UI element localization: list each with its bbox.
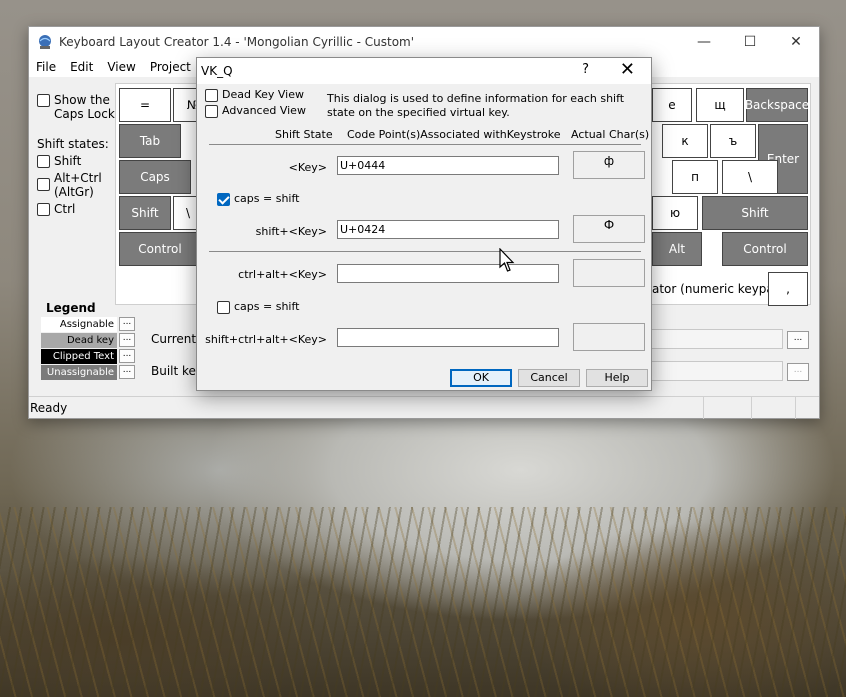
legend-assignable-button[interactable]: ... bbox=[119, 317, 135, 331]
key-caps[interactable]: Caps bbox=[119, 160, 191, 194]
legend-dead-key-button[interactable]: ... bbox=[119, 333, 135, 347]
key-yu[interactable]: ю bbox=[652, 196, 698, 230]
key-shift-right[interactable]: Shift bbox=[702, 196, 808, 230]
dialog-titlebar[interactable]: VK_Q ? ✕ bbox=[197, 58, 651, 84]
current-field[interactable] bbox=[647, 329, 783, 349]
caps-lock-label: Show the Caps Lock bbox=[54, 93, 115, 121]
altgr-box[interactable] bbox=[37, 178, 50, 191]
row-shift-key-input[interactable]: U+0424 bbox=[337, 220, 559, 239]
row-ctrl-alt-key-char bbox=[573, 259, 645, 287]
maximize-icon[interactable]: ☐ bbox=[727, 27, 773, 57]
mouse-cursor-icon bbox=[499, 248, 515, 272]
dead-key-view-checkbox[interactable]: Dead Key View bbox=[205, 88, 304, 102]
key-hard[interactable]: ъ bbox=[710, 124, 756, 158]
legend-clipped-text: Clipped Text bbox=[41, 349, 117, 364]
row-key-label: <Key> bbox=[288, 161, 327, 174]
help-icon[interactable]: ? bbox=[582, 62, 589, 77]
close-icon[interactable]: ✕ bbox=[773, 27, 819, 57]
key-backspace[interactable]: Backspace bbox=[745, 88, 809, 122]
ok-button[interactable]: OK bbox=[450, 369, 512, 387]
caps-shift-label-1: caps = shift bbox=[234, 192, 300, 205]
vk-dialog: VK_Q ? ✕ Dead Key View Advanced View Thi… bbox=[196, 57, 652, 391]
status-text: Ready bbox=[30, 401, 68, 415]
key-control-left[interactable]: Control bbox=[119, 232, 201, 266]
menu-project[interactable]: Project bbox=[143, 60, 198, 74]
menu-edit[interactable]: Edit bbox=[63, 60, 100, 74]
dialog-close-icon[interactable]: ✕ bbox=[620, 59, 635, 80]
key-p[interactable]: п bbox=[672, 160, 718, 194]
key-equals[interactable]: = bbox=[119, 88, 171, 122]
caps-shift-checkbox-2[interactable]: caps = shift bbox=[217, 300, 299, 314]
menu-file[interactable]: File bbox=[29, 60, 63, 74]
advanced-view-label: Advanced View bbox=[222, 104, 306, 117]
decimal-separator-label: ator (numeric keypad) bbox=[652, 282, 787, 296]
row-shift-key-char: Ф bbox=[573, 215, 645, 243]
caps-lock-box[interactable] bbox=[37, 94, 50, 107]
altgr-checkbox[interactable]: Alt+Ctrl (AltGr) bbox=[37, 171, 117, 199]
background-grass bbox=[0, 507, 846, 697]
current-browse-button[interactable]: ... bbox=[787, 331, 809, 349]
legend-dead-key: Dead key bbox=[41, 333, 117, 348]
dead-key-view-box[interactable] bbox=[205, 89, 218, 102]
row-shift-ctrl-alt-key-char bbox=[573, 323, 645, 351]
altgr-label: Alt+Ctrl (AltGr) bbox=[54, 171, 102, 199]
cancel-button[interactable]: Cancel bbox=[518, 369, 580, 387]
col-code-points: Code Point(s)Associated withKeystroke bbox=[347, 128, 561, 141]
built-browse-button: ... bbox=[787, 363, 809, 381]
built-field bbox=[647, 361, 783, 381]
caps-shift-checkbox-1[interactable]: caps = shift bbox=[217, 192, 299, 206]
menu-view[interactable]: View bbox=[100, 60, 142, 74]
legend-unassignable-button[interactable]: ... bbox=[119, 365, 135, 379]
advanced-view-box[interactable] bbox=[205, 105, 218, 118]
key-alt[interactable]: Alt bbox=[652, 232, 702, 266]
ctrl-checkbox[interactable]: Ctrl bbox=[37, 202, 75, 216]
header-divider bbox=[209, 144, 641, 145]
row-shift-ctrl-alt-key-label: shift+ctrl+alt+<Key> bbox=[205, 333, 327, 346]
row-ctrl-alt-key-input[interactable] bbox=[337, 264, 559, 283]
dead-key-view-label: Dead Key View bbox=[222, 88, 305, 101]
advanced-view-checkbox[interactable]: Advanced View bbox=[205, 104, 306, 118]
help-button[interactable]: Help bbox=[586, 369, 648, 387]
dialog-title: VK_Q bbox=[201, 64, 233, 78]
row-shift-ctrl-alt-key-input[interactable] bbox=[337, 328, 559, 347]
status-bar: Ready bbox=[29, 396, 819, 419]
section-divider bbox=[209, 251, 641, 252]
caps-shift-box-2[interactable] bbox=[217, 301, 230, 314]
shift-states-label: Shift states: bbox=[37, 137, 109, 151]
row-ctrl-alt-key-label: ctrl+alt+<Key> bbox=[238, 268, 327, 281]
legend-assignable: Assignable bbox=[41, 317, 117, 332]
row-shift-key-label: shift+<Key> bbox=[255, 225, 327, 238]
col-shift-state: Shift State bbox=[275, 128, 333, 141]
legend-title: Legend bbox=[46, 301, 96, 315]
ctrl-label: Ctrl bbox=[54, 202, 76, 216]
dialog-description: This dialog is used to define informatio… bbox=[327, 92, 625, 119]
app-globe-icon bbox=[39, 35, 51, 49]
caps-shift-box-1[interactable] bbox=[217, 193, 230, 206]
key-shift-left[interactable]: Shift bbox=[119, 196, 171, 230]
col-actual-chars: Actual Char(s) bbox=[571, 128, 650, 141]
row-key-char: ф bbox=[573, 151, 645, 179]
shift-checkbox[interactable]: Shift bbox=[37, 154, 81, 168]
key-e[interactable]: е bbox=[652, 88, 692, 122]
key-k[interactable]: к bbox=[662, 124, 708, 158]
main-titlebar[interactable]: Keyboard Layout Creator 1.4 - 'Mongolian… bbox=[29, 27, 819, 57]
key-control-right[interactable]: Control bbox=[722, 232, 808, 266]
key-shcha[interactable]: щ bbox=[696, 88, 744, 122]
shift-box[interactable] bbox=[37, 155, 50, 168]
row-key-input[interactable]: U+0444 bbox=[337, 156, 559, 175]
key-tab[interactable]: Tab bbox=[119, 124, 181, 158]
legend-clipped-text-button[interactable]: ... bbox=[119, 349, 135, 363]
key-backslash[interactable]: \ bbox=[722, 160, 778, 194]
ctrl-box[interactable] bbox=[37, 203, 50, 216]
caps-lock-checkbox[interactable]: Show the Caps Lock bbox=[37, 93, 117, 121]
shift-label: Shift bbox=[54, 154, 82, 168]
minimize-icon[interactable]: — bbox=[681, 27, 727, 57]
main-window-title: Keyboard Layout Creator 1.4 - 'Mongolian… bbox=[59, 35, 415, 49]
key-comma[interactable]: , bbox=[768, 272, 808, 306]
legend-unassignable: Unassignable bbox=[41, 365, 117, 380]
caps-shift-label-2: caps = shift bbox=[234, 300, 300, 313]
